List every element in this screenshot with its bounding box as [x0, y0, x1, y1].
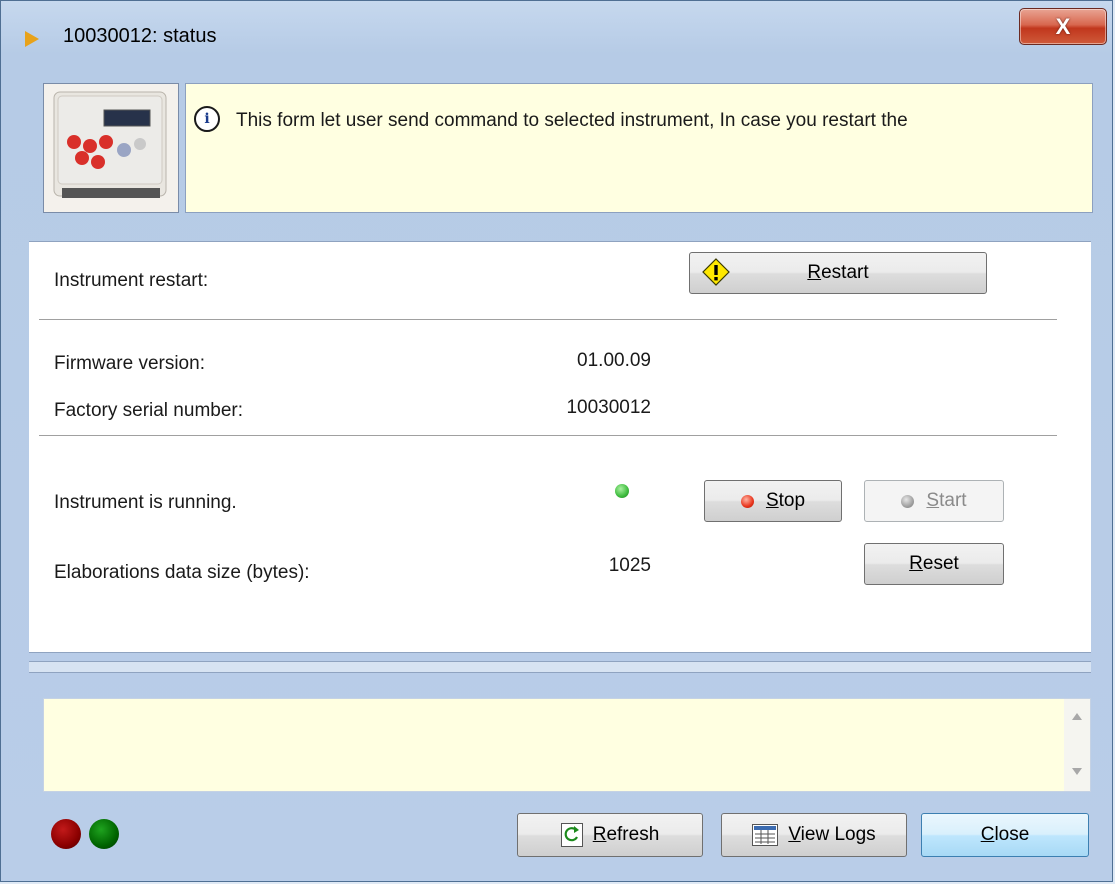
reset-button-label: eset [922, 553, 959, 574]
elaborations-size-value: 1025 [608, 555, 651, 576]
instrument-device-icon [44, 84, 178, 212]
stop-red-dot-icon [740, 494, 754, 508]
close-button-label: lose [994, 824, 1030, 845]
factory-serial-value: 10030012 [566, 397, 651, 418]
main-panel: Instrument restart: Restart Firmware ver… [29, 241, 1091, 653]
reset-hotkey: R [909, 553, 923, 574]
status-window: 10030012: status X i This form let user … [0, 0, 1113, 882]
divider-1 [39, 319, 1057, 321]
running-status-led [615, 484, 629, 498]
log-scrollbar[interactable] [1064, 699, 1090, 791]
elaborations-size-label: Elaborations data size (bytes): [54, 562, 310, 583]
firmware-version-value: 01.00.09 [577, 350, 651, 371]
scroll-down-arrow-icon[interactable] [1072, 768, 1082, 775]
warning-icon [702, 258, 730, 286]
stop-button-label: top [778, 490, 806, 511]
window-title: 10030012: status [63, 25, 217, 47]
instrument-restart-label: Instrument restart: [54, 270, 209, 291]
log-table-icon [752, 824, 779, 846]
stop-button[interactable]: Stop [704, 480, 842, 522]
info-message-box: i This form let user send command to sel… [185, 83, 1093, 213]
divider-2 [39, 435, 1057, 437]
refresh-button-label: efresh [606, 824, 660, 845]
info-message-text: This form let user send command to selec… [236, 110, 908, 131]
start-gray-dot-icon [901, 494, 915, 508]
instrument-image [43, 83, 179, 213]
firmware-version-label: Firmware version: [54, 353, 205, 374]
stop-hotkey: S [765, 490, 779, 511]
refresh-hotkey: R [592, 824, 607, 845]
close-hotkey: C [980, 824, 995, 845]
connection-green-led-icon [89, 819, 119, 849]
start-button[interactable]: Start [864, 480, 1004, 522]
view-logs-hotkey: V [788, 824, 801, 845]
title-bar[interactable]: 10030012: status X [1, 1, 1112, 71]
start-button-label: tart [939, 490, 967, 511]
restart-button[interactable]: Restart [689, 252, 987, 294]
start-hotkey: S [926, 490, 940, 511]
info-icon: i [194, 106, 220, 132]
close-button[interactable]: Close [921, 813, 1089, 857]
refresh-icon [560, 823, 583, 847]
log-message-area[interactable] [43, 698, 1091, 792]
close-icon: X [1055, 13, 1071, 39]
factory-serial-label: Factory serial number: [54, 400, 244, 421]
window-close-button[interactable]: X [1019, 8, 1107, 45]
restart-button-label: estart [821, 262, 869, 283]
restart-hotkey: R [807, 262, 822, 283]
view-logs-button[interactable]: View Logs [721, 813, 907, 857]
panel-splitter[interactable] [29, 661, 1091, 673]
header-area: i This form let user send command to sel… [13, 71, 1103, 241]
scroll-up-arrow-icon[interactable] [1072, 713, 1082, 720]
instrument-running-label: Instrument is running. [54, 492, 237, 513]
reset-button[interactable]: Reset [864, 543, 1004, 585]
connection-red-led-icon [51, 819, 81, 849]
refresh-button[interactable]: Refresh [517, 813, 703, 857]
view-logs-button-label: iew Logs [800, 824, 876, 845]
play-arrow-icon [25, 31, 39, 47]
